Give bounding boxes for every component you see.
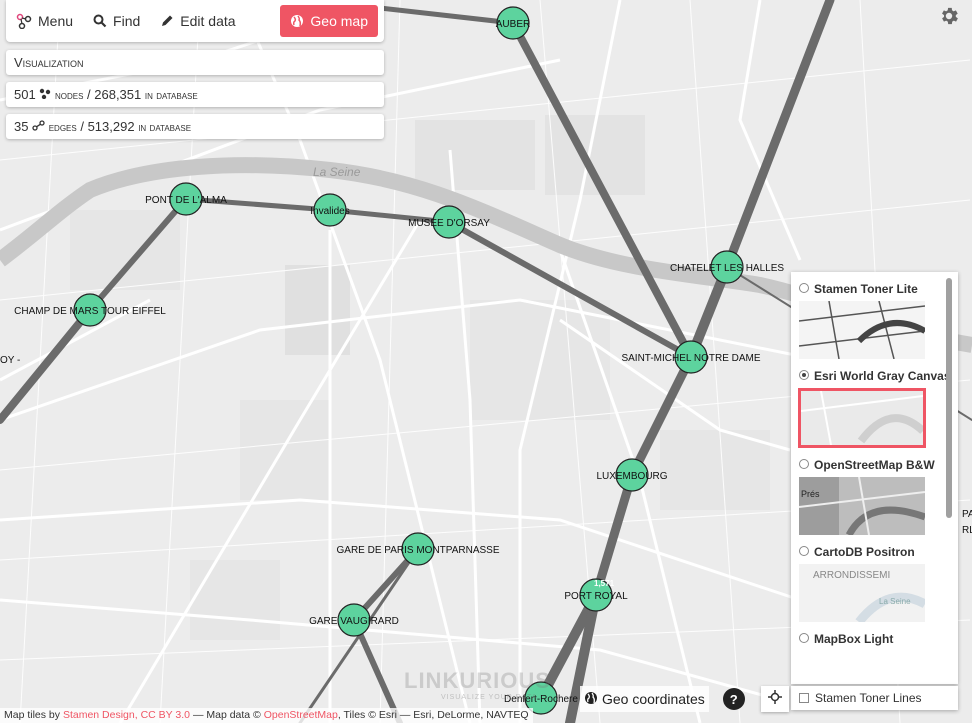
nodes-count-panel[interactable]: 501 nodes / 268,351 in database: [6, 82, 384, 107]
geo-controls: Geo coordinates ?: [580, 686, 789, 712]
settings-gear-icon[interactable]: [938, 5, 960, 27]
nodes-in-database: in database: [144, 87, 198, 102]
nodes-count: 501: [14, 87, 36, 102]
radio-cartodb-positron[interactable]: [799, 546, 809, 556]
thumb-osm-bw[interactable]: Prés: [799, 477, 925, 535]
node-label: Invalides: [310, 206, 349, 217]
pencil-icon: [160, 14, 174, 28]
layer-label-osm-bw: OpenStreetMap B&W: [814, 458, 935, 472]
node-label: GARE DE PARIS MONTPARNASSE: [337, 545, 500, 556]
help-button[interactable]: ?: [722, 688, 745, 710]
radio-mapbox-light[interactable]: [799, 633, 809, 643]
attribution-sep: ,: [134, 709, 138, 721]
overlay-label: Stamen Toner Lines: [815, 691, 922, 705]
nodes-label: nodes: [54, 87, 84, 102]
edge-value-label: 1,571: [594, 579, 615, 588]
locate-button[interactable]: [760, 686, 789, 712]
radio-osm-bw[interactable]: [799, 459, 809, 469]
geo-coordinates-button[interactable]: Geo coordinates: [580, 686, 709, 712]
edit-data-button[interactable]: Edit data: [150, 5, 245, 37]
node-label: PONT DE L'ALMA: [145, 195, 227, 206]
layer-option-cartodb-positron[interactable]: CartoDB Positron: [791, 543, 958, 561]
layer-option-osm-bw[interactable]: OpenStreetMap B&W: [791, 456, 958, 474]
river-label: La Seine: [313, 165, 361, 179]
node-label: PORT ROYAL: [564, 591, 628, 602]
radio-stamen-toner-lite[interactable]: [799, 283, 809, 293]
main-toolbar: Menu Find Edit data Geo map: [6, 0, 384, 42]
thumb-stamen-toner-lite[interactable]: [799, 301, 925, 359]
thumb-cartodb-positron[interactable]: ARRONDISSEMI La Seine: [799, 564, 925, 622]
edit-data-label: Edit data: [180, 13, 236, 29]
layer-label-cartodb-positron: CartoDB Positron: [814, 545, 915, 559]
radio-esri-world-gray[interactable]: [799, 370, 809, 380]
node-label: MUSEE D'ORSAY: [408, 218, 490, 229]
find-button[interactable]: Find: [83, 5, 150, 37]
carto-thumb-label: ARRONDISSEMI: [813, 570, 890, 581]
attribution-mid: — Map data ©: [192, 709, 261, 721]
basemap-layers-panel[interactable]: Stamen Toner Lite Esri World Gray Canvas…: [791, 272, 958, 684]
node-label: GARE VAUGIRARD: [309, 616, 399, 627]
edges-label: edges: [48, 119, 77, 134]
map-attribution: Map tiles by Stamen Design, CC BY 3.0 — …: [0, 708, 533, 723]
attribution-license-link[interactable]: CC BY 3.0: [141, 709, 190, 721]
checkbox-stamen-toner-lines[interactable]: [799, 693, 809, 703]
node-label: AUBER: [496, 19, 530, 30]
attribution-prefix: Map tiles by: [4, 709, 61, 721]
node-label: CHAMP DE MARS TOUR EIFFEL: [14, 306, 166, 317]
partial-label-right-1: PA: [962, 509, 972, 520]
attribution-osm-link[interactable]: OpenStreetMap: [264, 709, 338, 721]
layer-label-stamen-toner-lite: Stamen Toner Lite: [814, 282, 918, 296]
layer-label-esri-world-gray: Esri World Gray Canvas: [814, 369, 951, 383]
search-icon: [93, 14, 107, 28]
edges-db-total: 513,292: [87, 119, 135, 134]
watermark-subtitle: VISUALIZE YOUR DATA: [441, 694, 538, 701]
osm-thumb-label: Prés: [801, 489, 820, 499]
partial-label-left: OY -: [0, 355, 20, 366]
nodes-icon: [39, 87, 51, 102]
thumb-esri-world-gray[interactable]: [798, 388, 926, 448]
layer-label-mapbox-light: MapBox Light: [814, 632, 894, 646]
edges-count: 35: [14, 119, 29, 134]
graph-node-auber[interactable]: AUBER: [496, 6, 530, 40]
layers-scrollbar[interactable]: [946, 278, 952, 518]
menu-button[interactable]: Menu: [6, 5, 83, 37]
edges-in-database: in database: [138, 119, 192, 134]
carto-thumb-river: La Seine: [879, 597, 911, 606]
crosshair-icon: [767, 689, 782, 709]
menu-label: Menu: [38, 13, 74, 29]
partial-label-right-2: RLI: [962, 525, 972, 536]
node-label: LUXEMBOURG: [596, 471, 667, 482]
graph-icon: [16, 13, 32, 29]
visualization-panel[interactable]: Visualization: [6, 50, 384, 75]
edges-count-panel[interactable]: 35 edges / 513,292 in database: [6, 114, 384, 139]
geo-map-label: Geo map: [310, 13, 368, 29]
watermark-logo: LINKURIOUS: [404, 668, 551, 693]
globe-icon: [290, 14, 304, 28]
edges-icon: [32, 119, 45, 134]
visualization-title: Visualization: [14, 55, 84, 70]
attribution-tail: , Tiles © Esri — Esri, DeLorme, NAVTEQ: [337, 709, 529, 721]
overlay-stamen-toner-lines[interactable]: Stamen Toner Lines: [791, 686, 958, 710]
geo-map-button[interactable]: Geo map: [280, 5, 378, 37]
layer-option-mapbox-light[interactable]: MapBox Light: [791, 630, 958, 648]
attribution-stamen-link[interactable]: Stamen Design: [63, 709, 135, 721]
globe-icon: [584, 691, 598, 708]
layer-option-stamen-toner-lite[interactable]: Stamen Toner Lite: [791, 280, 958, 298]
nodes-db-total: 268,351: [94, 87, 142, 102]
node-label: SAINT-MICHEL NOTRE DAME: [621, 353, 760, 364]
node-label: CHATELET LES HALLES: [670, 263, 784, 274]
geo-coordinates-label: Geo coordinates: [602, 691, 705, 707]
layer-option-esri-world-gray[interactable]: Esri World Gray Canvas: [791, 367, 958, 385]
find-label: Find: [113, 13, 141, 29]
